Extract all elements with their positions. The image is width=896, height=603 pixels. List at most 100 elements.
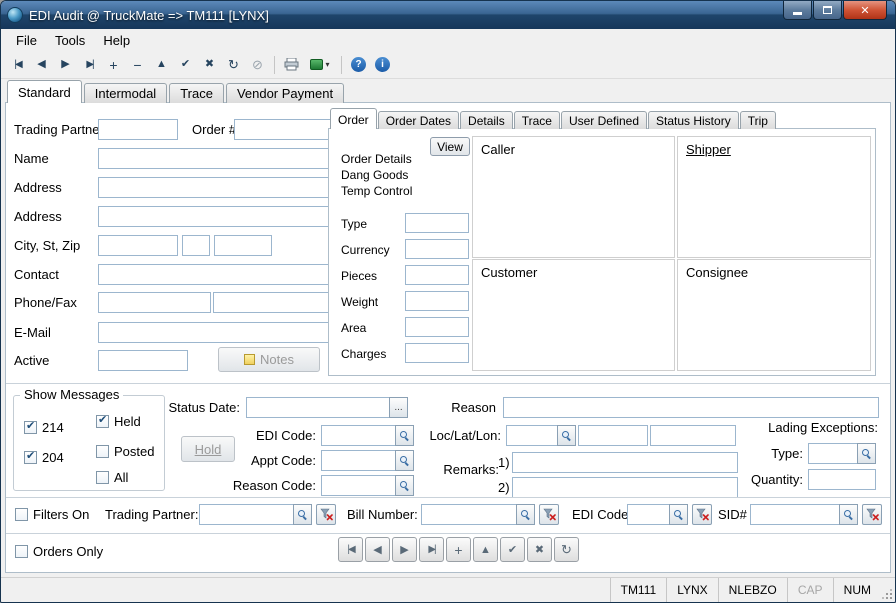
toolbar-last-button[interactable]: ▶|: [78, 53, 101, 76]
hold-button[interactable]: Hold: [181, 436, 235, 462]
checkbox-held[interactable]: Held: [96, 414, 141, 429]
status-date-ellipsis-button[interactable]: ...: [389, 397, 408, 418]
toolbar-export-button[interactable]: ▾: [304, 53, 336, 76]
remark1-input[interactable]: [512, 452, 738, 473]
pieces-input[interactable]: [405, 265, 469, 285]
name-input[interactable]: [98, 148, 331, 169]
orders-only-checkbox[interactable]: Orders Only: [15, 544, 103, 559]
nav-prior-button[interactable]: ◀: [365, 537, 390, 562]
maximize-button[interactable]: [813, 1, 842, 20]
nav-next-button[interactable]: ▶: [392, 537, 417, 562]
filter-edi-code-clear-button[interactable]: [692, 504, 712, 525]
checkbox-posted[interactable]: Posted: [96, 444, 154, 459]
nav-last-button[interactable]: ▶|: [419, 537, 444, 562]
nav-edit-button[interactable]: ▲: [473, 537, 498, 562]
edi-code-input[interactable]: [321, 425, 395, 446]
shipper-label[interactable]: Shipper: [686, 142, 731, 157]
area-input[interactable]: [405, 317, 469, 337]
filter-edi-code-lookup-button[interactable]: [669, 504, 688, 525]
trading-partner-input[interactable]: [98, 119, 178, 140]
checkbox-214[interactable]: 214: [24, 420, 64, 435]
loc-lookup-button[interactable]: [557, 425, 576, 446]
tab-standard[interactable]: Standard: [7, 80, 82, 103]
tab-trip[interactable]: Trip: [740, 111, 776, 129]
tab-status-history[interactable]: Status History: [648, 111, 739, 129]
filter-trading-partner-lookup-button[interactable]: [293, 504, 312, 525]
filter-bill-number-clear-button[interactable]: [539, 504, 559, 525]
tab-order[interactable]: Order: [330, 108, 377, 129]
nav-refresh-button[interactable]: ↻: [554, 537, 579, 562]
menu-tools[interactable]: Tools: [46, 31, 94, 50]
tab-order-dates[interactable]: Order Dates: [378, 111, 459, 129]
checkbox-all[interactable]: All: [96, 470, 128, 485]
checkbox-204[interactable]: 204: [24, 450, 64, 465]
toolbar-prior-button[interactable]: ◀: [30, 53, 53, 76]
reason-input[interactable]: [503, 397, 879, 418]
type-input[interactable]: [405, 213, 469, 233]
active-input[interactable]: [98, 350, 188, 371]
filter-trading-partner-clear-button[interactable]: [316, 504, 336, 525]
filter-bill-number-input[interactable]: [421, 504, 516, 525]
tab-user-defined[interactable]: User Defined: [561, 111, 647, 129]
state-input[interactable]: [182, 235, 210, 256]
order-number-input[interactable]: [234, 119, 331, 140]
toolbar-delete-button[interactable]: −: [126, 53, 149, 76]
lading-quantity-input[interactable]: [808, 469, 876, 490]
filter-edi-code-input[interactable]: [627, 504, 669, 525]
email-input[interactable]: [98, 322, 331, 343]
nav-post-button[interactable]: ✔: [500, 537, 525, 562]
toolbar-cancel-button[interactable]: ✖: [198, 53, 221, 76]
remark2-input[interactable]: [512, 477, 738, 498]
toolbar-print-button[interactable]: [280, 53, 303, 76]
filter-sid-input[interactable]: [750, 504, 839, 525]
lading-type-input[interactable]: [808, 443, 857, 464]
city-input[interactable]: [98, 235, 178, 256]
filters-on-checkbox[interactable]: Filters On: [15, 507, 89, 522]
zip-input[interactable]: [214, 235, 272, 256]
lat-input[interactable]: [578, 425, 648, 446]
charges-input[interactable]: [405, 343, 469, 363]
toolbar-help-button[interactable]: ?: [347, 53, 370, 76]
filter-bill-number-lookup-button[interactable]: [516, 504, 535, 525]
toolbar-cancel-updates-button[interactable]: ⊘: [246, 53, 269, 76]
appt-code-input[interactable]: [321, 450, 395, 471]
edi-code-lookup-button[interactable]: [395, 425, 414, 446]
tab-details[interactable]: Details: [460, 111, 513, 129]
toolbar-first-button[interactable]: |◀: [6, 53, 29, 76]
weight-input[interactable]: [405, 291, 469, 311]
phone-input[interactable]: [98, 292, 211, 313]
fax-input[interactable]: [213, 292, 331, 313]
reason-code-lookup-button[interactable]: [395, 475, 414, 496]
tab-intermodal[interactable]: Intermodal: [84, 83, 167, 103]
toolbar-post-button[interactable]: ✔: [174, 53, 197, 76]
menu-file[interactable]: File: [7, 31, 46, 50]
contact-input[interactable]: [98, 264, 331, 285]
close-button[interactable]: ✕: [843, 1, 887, 20]
nav-insert-button[interactable]: +: [446, 537, 471, 562]
tab-trace[interactable]: Trace: [169, 83, 224, 103]
filter-sid-lookup-button[interactable]: [839, 504, 858, 525]
resize-grip[interactable]: [881, 578, 895, 602]
view-button[interactable]: View: [430, 137, 470, 156]
toolbar-next-button[interactable]: ▶: [54, 53, 77, 76]
reason-code-input[interactable]: [321, 475, 395, 496]
appt-code-lookup-button[interactable]: [395, 450, 414, 471]
toolbar-refresh-button[interactable]: ↻: [222, 53, 245, 76]
address2-input[interactable]: [98, 206, 331, 227]
notes-button[interactable]: Notes: [218, 347, 320, 372]
status-date-input[interactable]: [246, 397, 389, 418]
lading-type-lookup-button[interactable]: [857, 443, 876, 464]
nav-first-button[interactable]: |◀: [338, 537, 363, 562]
address1-input[interactable]: [98, 177, 331, 198]
nav-cancel-button[interactable]: ✖: [527, 537, 552, 562]
minimize-button[interactable]: [783, 1, 812, 20]
toolbar-edit-button[interactable]: ▲: [150, 53, 173, 76]
filter-sid-clear-button[interactable]: [862, 504, 882, 525]
loc-input[interactable]: [506, 425, 557, 446]
currency-input[interactable]: [405, 239, 469, 259]
toolbar-about-button[interactable]: i: [371, 53, 394, 76]
toolbar-insert-button[interactable]: +: [102, 53, 125, 76]
tab-vendor-payment[interactable]: Vendor Payment: [226, 83, 344, 103]
tab-order-trace[interactable]: Trace: [514, 111, 560, 129]
filter-trading-partner-input[interactable]: [199, 504, 293, 525]
